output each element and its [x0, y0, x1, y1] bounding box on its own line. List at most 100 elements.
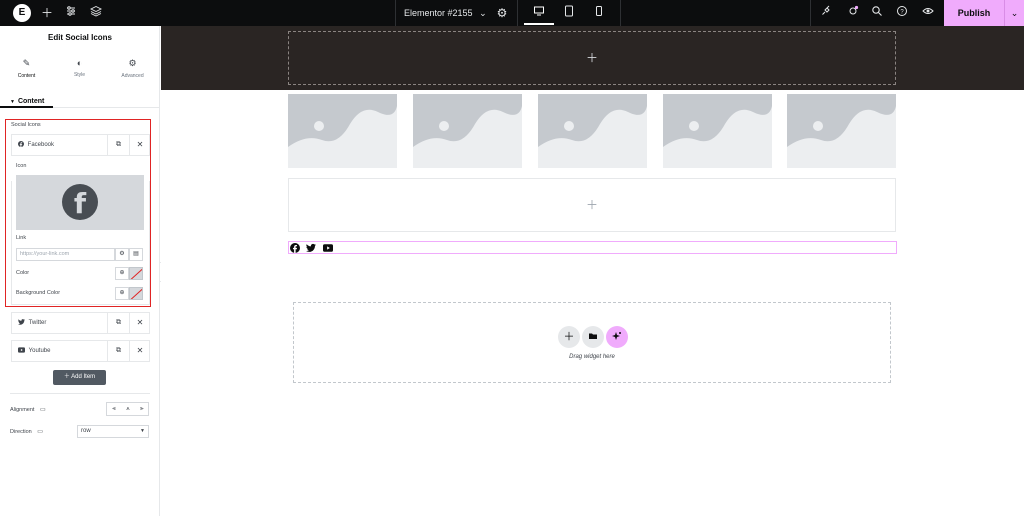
- gear-icon: ⚙: [128, 58, 137, 68]
- direction-select[interactable]: row ▼: [77, 425, 149, 438]
- add-element-icon[interactable]: ＋: [39, 5, 55, 21]
- align-center-icon[interactable]: ⩚: [121, 403, 135, 415]
- duplicate-icon[interactable]: ⧉: [107, 313, 129, 333]
- twitter-icon: [18, 318, 25, 325]
- alignment-buttons: ⫷ ⩚ ⫸: [106, 402, 149, 416]
- close-icon[interactable]: ✕: [129, 341, 150, 361]
- document-title[interactable]: Elementor #2155 ⌄: [404, 0, 487, 26]
- content-section-title: Content: [17, 98, 45, 105]
- svg-text:?: ?: [900, 9, 904, 15]
- tab-advanced[interactable]: ⚙ Advanced: [106, 56, 159, 102]
- repeater-item-youtube[interactable]: Youtube ⧉ ✕: [11, 340, 150, 362]
- image-placeholder[interactable]: [663, 94, 772, 168]
- tab-style-label: Style: [73, 72, 86, 78]
- global-colors-icon[interactable]: ⊕: [115, 267, 129, 280]
- color-swatch[interactable]: [129, 267, 143, 280]
- active-tab-indicator: [0, 106, 53, 108]
- image-placeholder[interactable]: [413, 94, 522, 168]
- facebook-icon[interactable]: [290, 243, 300, 253]
- help-icon[interactable]: ?: [894, 5, 910, 21]
- duplicate-icon[interactable]: ⧉: [107, 341, 129, 361]
- youtube-icon[interactable]: [323, 243, 333, 253]
- divider: [10, 393, 150, 394]
- global-colors-icon[interactable]: ⊕: [115, 287, 129, 300]
- direction-label: Direction ▭: [10, 428, 43, 435]
- toolbar-separator: [810, 0, 811, 26]
- image-placeholder[interactable]: [787, 94, 896, 168]
- repeater-item-title: Youtube: [18, 341, 50, 361]
- tab-content-label: Content: [17, 73, 36, 79]
- preview-eye-icon[interactable]: [920, 5, 936, 21]
- twitter-label: Twitter: [28, 320, 47, 326]
- mobile-device-icon[interactable]: [591, 5, 607, 21]
- editor-panel: Edit Social Icons ✎ Content ◐ Style ⚙ Ad…: [0, 26, 160, 516]
- tab-advanced-label: Advanced: [121, 73, 144, 79]
- document-title-text: Elementor #2155: [404, 8, 473, 18]
- link-input[interactable]: https://your-link.com: [16, 248, 115, 261]
- close-icon[interactable]: ✕: [129, 135, 150, 155]
- caret-down-icon: ▼: [10, 99, 15, 105]
- image-placeholder[interactable]: [538, 94, 647, 168]
- add-section-plus-icon[interactable]: ＋: [288, 31, 896, 85]
- repeater-item-twitter[interactable]: Twitter ⧉ ✕: [11, 312, 150, 334]
- desktop-responsive-icon[interactable]: ▭: [40, 407, 46, 413]
- youtube-label: Youtube: [28, 348, 51, 354]
- duplicate-icon[interactable]: ⧉: [107, 135, 129, 155]
- repeater-item-title: Twitter: [18, 313, 46, 333]
- search-icon[interactable]: [869, 5, 885, 21]
- add-widget-plus-icon[interactable]: ＋: [558, 326, 580, 348]
- youtube-icon: [18, 346, 25, 353]
- link-label: Link: [16, 235, 27, 241]
- social-icons-widget[interactable]: [288, 241, 897, 254]
- link-options-gear-icon[interactable]: ⚙: [115, 248, 129, 261]
- active-device-indicator: [524, 23, 554, 25]
- facebook-label: Facebook: [27, 142, 55, 148]
- plug-icon[interactable]: [818, 5, 834, 21]
- add-item-label: Add Item: [71, 374, 96, 380]
- repeater-item-facebook[interactable]: Facebook ⧉ ✕: [11, 134, 150, 156]
- publish-options-chevron-icon[interactable]: ⌄: [1004, 0, 1024, 26]
- whats-new-icon[interactable]: [845, 5, 861, 21]
- add-item-button[interactable]: ＋ Add Item: [53, 370, 106, 385]
- twitter-icon[interactable]: [306, 243, 316, 253]
- page-settings-gear-icon[interactable]: ⚙: [494, 5, 510, 21]
- toolbar-separator: [620, 0, 621, 26]
- structure-layers-icon[interactable]: [88, 5, 104, 21]
- direction-label-text: Direction: [10, 429, 32, 435]
- direction-value: row: [81, 428, 91, 434]
- content-section-header[interactable]: ▼ Content: [10, 98, 44, 105]
- icon-picker-preview[interactable]: f: [16, 175, 144, 230]
- close-icon[interactable]: ✕: [129, 313, 150, 333]
- elementor-logo[interactable]: E: [13, 4, 31, 22]
- panel-title: Edit Social Icons: [47, 33, 112, 42]
- align-left-icon[interactable]: ⫷: [107, 403, 121, 415]
- ai-sparkle-icon[interactable]: [606, 326, 628, 348]
- align-right-icon[interactable]: ⫸: [135, 403, 149, 415]
- desktop-responsive-icon[interactable]: ▭: [37, 429, 43, 435]
- dark-section: ＋: [161, 26, 1024, 90]
- tab-content[interactable]: ✎ Content: [0, 56, 53, 102]
- widget-drop-zone[interactable]: ＋ Drag widget here: [293, 302, 891, 383]
- chevron-down-icon: ⌄: [479, 8, 487, 18]
- repeater-item-title: Facebook: [18, 135, 54, 155]
- image-placeholder[interactable]: [288, 94, 397, 168]
- toolbar-separator: [517, 0, 518, 26]
- toolbar-separator: [395, 0, 396, 26]
- site-settings-icon[interactable]: [63, 5, 79, 21]
- drag-widget-text: Drag widget here: [569, 354, 615, 360]
- top-bar: E ＋ Elementor #2155 ⌄ ⚙ ? Publish ⌄: [0, 0, 1024, 26]
- facebook-icon: f: [62, 184, 98, 220]
- facebook-icon: [18, 140, 24, 147]
- pencil-icon: ✎: [22, 58, 31, 68]
- background-color-swatch[interactable]: [129, 287, 143, 300]
- empty-container-plus-icon[interactable]: ＋: [288, 178, 896, 232]
- tab-style[interactable]: ◐ Style: [53, 56, 106, 102]
- template-library-folder-icon[interactable]: [582, 326, 604, 348]
- color-label: Color: [16, 270, 30, 276]
- tablet-device-icon[interactable]: [561, 5, 577, 21]
- icon-label: Icon: [16, 163, 27, 169]
- dynamic-tags-icon[interactable]: ▤: [129, 248, 143, 261]
- desktop-device-icon[interactable]: [531, 5, 547, 21]
- publish-button[interactable]: Publish: [944, 0, 1004, 26]
- caret-down-icon: ▼: [140, 428, 145, 434]
